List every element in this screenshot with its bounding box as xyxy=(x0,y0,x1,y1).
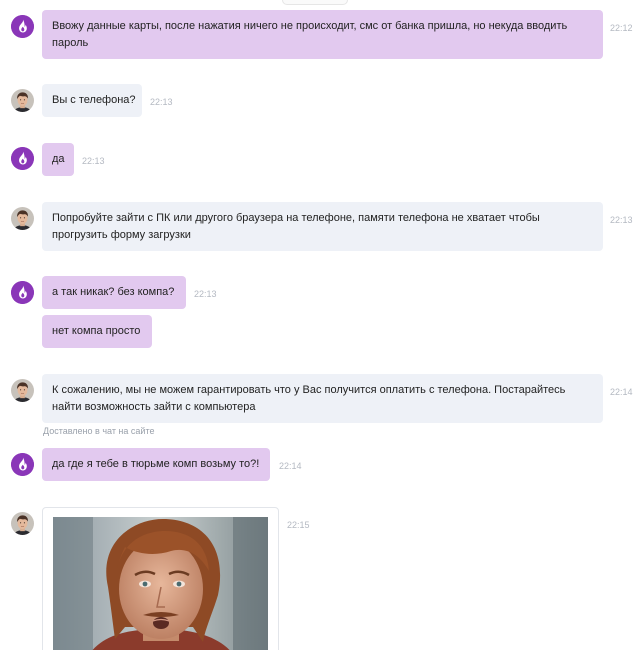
message-timestamp: 22:13 xyxy=(82,156,105,166)
chat-message-user: да xyxy=(42,143,74,176)
operator-photo-avatar xyxy=(11,512,34,535)
user-avatar xyxy=(11,147,34,170)
message-timestamp: 22:13 xyxy=(610,215,633,225)
chat-history[interactable]: Ввожу данные карты, после нажатия ничего… xyxy=(0,0,640,650)
operator-avatar xyxy=(11,89,34,112)
message-timestamp: 22:14 xyxy=(610,387,633,397)
chat-message-operator: Попробуйте зайти с ПК или другого браузе… xyxy=(42,202,603,251)
operator-photo-avatar xyxy=(11,89,34,112)
flame-logo-icon xyxy=(11,15,34,38)
chat-message-user: а так никак? без компа? xyxy=(42,276,186,309)
message-timestamp: 22:13 xyxy=(194,289,217,299)
message-timestamp: 22:15 xyxy=(287,520,310,530)
message-text-line: пароль xyxy=(52,37,89,49)
chat-message-user: нет компа просто xyxy=(42,315,152,348)
message-text: Вы с телефона? xyxy=(52,94,136,106)
user-avatar xyxy=(11,15,34,38)
message-text-line: найти возможность зайти с компьютера xyxy=(52,401,256,413)
chat-message-image[interactable] xyxy=(42,507,279,650)
delivered-status: Доставлено в чат на сайте xyxy=(43,426,155,436)
chat-message-user: да где я тебе в тюрьме комп возьму то?! xyxy=(42,448,270,481)
message-text: да xyxy=(52,153,65,165)
message-text-line: Ввожу данные карты, после нажатия ничего… xyxy=(52,20,568,32)
message-text-line: Попробуйте зайти с ПК или другого браузе… xyxy=(52,212,540,224)
attached-photo[interactable] xyxy=(53,517,268,650)
chat-message-operator: Вы с телефона? xyxy=(42,84,142,117)
chat-message-operator: К сожалению, мы не можем гарантировать ч… xyxy=(42,374,603,423)
operator-photo-avatar xyxy=(11,379,34,402)
flame-logo-icon xyxy=(11,453,34,476)
message-timestamp: 22:14 xyxy=(279,461,302,471)
flame-logo-icon xyxy=(11,147,34,170)
message-text: да где я тебе в тюрьме комп возьму то?! xyxy=(52,458,260,470)
message-text: нет компа просто xyxy=(52,325,141,337)
portrait-image xyxy=(53,517,268,650)
user-avatar xyxy=(11,281,34,304)
message-timestamp: 22:13 xyxy=(150,97,173,107)
flame-logo-icon xyxy=(11,281,34,304)
message-text: а так никак? без компа? xyxy=(52,286,175,298)
chat-message-user: Ввожу данные карты, после нажатия ничего… xyxy=(42,10,603,59)
operator-avatar xyxy=(11,207,34,230)
operator-avatar xyxy=(11,512,34,535)
message-text-line: прогрузить форму загрузки xyxy=(52,229,191,241)
message-text-line: К сожалению, мы не можем гарантировать ч… xyxy=(52,384,566,396)
top-tab-edge xyxy=(282,0,348,5)
operator-avatar xyxy=(11,379,34,402)
operator-photo-avatar xyxy=(11,207,34,230)
user-avatar xyxy=(11,453,34,476)
message-timestamp: 22:12 xyxy=(610,23,633,33)
